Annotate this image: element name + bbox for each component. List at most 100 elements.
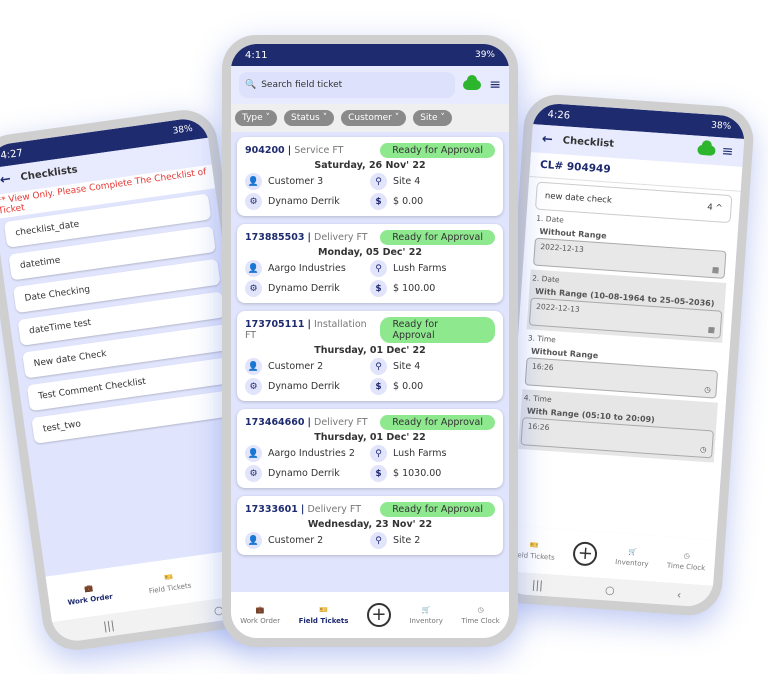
back-arrow-icon[interactable]: ← (0, 172, 12, 188)
ticket-card[interactable]: 173705111 | Installation FT Ready for App… (237, 311, 503, 401)
location-pin-icon: ⚲ (370, 445, 387, 462)
plus-icon: + (366, 603, 391, 627)
ticket-date: Monday, 05 Dec' 22 (318, 247, 422, 258)
filter-site[interactable]: Site ˅ (413, 110, 452, 126)
amount: $ 0.00 (393, 196, 424, 207)
field-value: 2022-12-13 (540, 241, 585, 255)
search-input[interactable]: 🔍 Search field ticket (239, 72, 456, 98)
customer: Aargo Industries 2 (268, 448, 355, 459)
right-phone: 4:26 38% ← Checklist ≡ CL# 904949 new date … (490, 92, 756, 618)
nav-time-clock[interactable]: ◷ Time Clock (667, 550, 707, 572)
nav-label: Field Tickets (511, 550, 555, 562)
home-icon[interactable]: ○ (605, 583, 615, 597)
briefcase-icon: 💼 (255, 605, 265, 614)
nav-work-order[interactable]: 💼 Work Order (66, 581, 113, 607)
ticket-date: Thursday, 01 Dec' 22 (314, 345, 426, 356)
recents-icon[interactable]: ||| (102, 618, 115, 632)
item-count: 4 (706, 202, 714, 213)
nav-field-tickets[interactable]: 🎫 Field Tickets (147, 570, 192, 595)
calendar-icon[interactable]: ▦ (712, 265, 720, 274)
ticket-date: Thursday, 01 Dec' 22 (314, 432, 426, 443)
clock-icon[interactable]: ◷ (704, 385, 711, 394)
nav-add[interactable]: + (366, 603, 391, 627)
filter-type[interactable]: Type ˅ (235, 110, 278, 126)
gear-icon: ⚙ (245, 378, 262, 395)
location-pin-icon: ⚲ (370, 358, 387, 375)
battery: 38% (172, 123, 194, 137)
menu-icon[interactable]: ≡ (721, 143, 734, 160)
nav-field-tickets[interactable]: 🎫 Field Tickets (512, 539, 556, 561)
plus-icon: + (572, 541, 599, 567)
clock-icon[interactable]: ◷ (700, 445, 707, 454)
menu-icon[interactable]: ≡ (489, 77, 501, 93)
site: Site 4 (393, 176, 421, 187)
site: Site 4 (393, 361, 421, 372)
ticket-number: 17333601 (245, 504, 298, 515)
nav-label: Field Tickets (298, 616, 349, 625)
ticket-number: 173464660 (245, 417, 305, 428)
location-pin-icon: ⚲ (370, 173, 387, 190)
nav-time-clock[interactable]: ◷ Time Clock (461, 606, 499, 625)
technician: Dynamo Derrik (268, 468, 340, 479)
clock-icon: ◷ (683, 551, 691, 560)
nav-inventory[interactable]: 🛒 Inventory (615, 546, 650, 567)
status-badge: Ready for Approval (380, 143, 495, 158)
gear-icon: ⚙ (245, 465, 262, 482)
user-icon: 👤 (245, 532, 262, 549)
ticket-card[interactable]: 17333601 | Delivery FT Ready for Approval… (237, 496, 503, 555)
nav-add[interactable]: + (572, 541, 599, 567)
search-placeholder: Search field ticket (261, 80, 343, 90)
field-value: 2022-12-13 (535, 301, 580, 314)
clock: 4:11 (245, 49, 268, 61)
ticket-card[interactable]: 173464660 | Delivery FT Ready for Approva… (237, 409, 503, 488)
site: Lush Farms (393, 448, 447, 459)
ticket-card[interactable]: 904200 | Service FT Ready for Approval Sa… (237, 137, 503, 216)
amount: $ 0.00 (393, 381, 424, 392)
site: Site 2 (393, 535, 421, 546)
cloud-sync-icon[interactable] (463, 75, 482, 90)
technician: Dynamo Derrik (268, 196, 340, 207)
ticket-type: Delivery FT (314, 232, 368, 243)
chip-label: Site (420, 113, 438, 123)
field-value: 16:26 (527, 421, 550, 433)
nav-field-tickets[interactable]: 🎫 Field Tickets (299, 606, 349, 625)
customer: Aargo Industries (268, 263, 346, 274)
battery: 39% (474, 50, 495, 60)
ticket-date: Wednesday, 23 Nov' 22 (307, 519, 433, 530)
inventory-cart-icon: 🛒 (628, 547, 638, 556)
search-icon: 🔍 (245, 80, 257, 90)
nav-label: Field Tickets (148, 581, 192, 595)
ticket-type: Service FT (294, 145, 344, 156)
dollar-icon: $ (370, 280, 387, 297)
ticket-number: 904200 (245, 145, 285, 156)
ticket-card[interactable]: 173885503 | Delivery FT Ready for Approva… (237, 224, 503, 303)
recents-icon[interactable]: ||| (531, 578, 543, 592)
customer: Customer 2 (268, 535, 324, 546)
page-title: Checklists (19, 164, 79, 184)
calendar-icon[interactable]: ▦ (708, 325, 716, 334)
back-icon[interactable]: ‹ (676, 588, 681, 601)
status-badge: Ready for Approval (380, 230, 495, 245)
ticket-type: Delivery FT (314, 417, 368, 428)
bottom-nav: 💼 Work Order 🎫 Field Tickets + 🛒 Inventory … (231, 592, 509, 638)
ticket-icon: 🎫 (163, 572, 174, 582)
filter-status[interactable]: Status ˅ (284, 110, 335, 126)
location-pin-icon: ⚲ (370, 532, 387, 549)
nav-work-order[interactable]: 💼 Work Order (240, 606, 280, 625)
clock: 4:27 (0, 147, 24, 162)
amount: $ 100.00 (393, 283, 436, 294)
location-pin-icon: ⚲ (370, 260, 387, 277)
site: Lush Farms (393, 263, 447, 274)
back-arrow-icon[interactable]: ← (541, 131, 553, 147)
status-badge: Ready for Approval (380, 415, 495, 430)
dollar-icon: $ (370, 378, 387, 395)
filter-customer[interactable]: Customer ˅ (341, 110, 407, 126)
user-icon: 👤 (245, 173, 262, 190)
cloud-sync-icon[interactable] (697, 144, 717, 156)
ticket-number: 173705111 (245, 319, 305, 330)
technician: Dynamo Derrik (268, 283, 340, 294)
nav-inventory[interactable]: 🛒 Inventory (409, 606, 442, 625)
nav-label: Time Clock (666, 561, 706, 572)
status-bar: 4:11 39% (231, 44, 509, 66)
inventory-cart-icon: 🛒 (421, 605, 431, 614)
